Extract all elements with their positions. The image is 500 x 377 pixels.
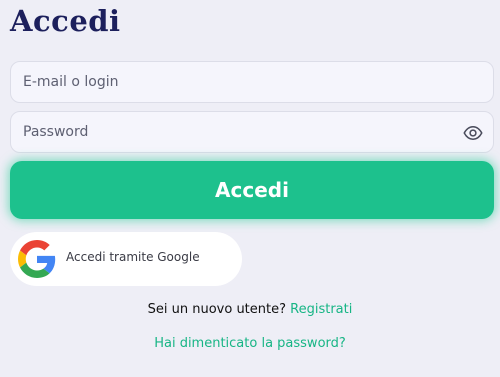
google-login-button[interactable]: Accedi tramite Google [10,232,242,286]
login-button[interactable]: Accedi [10,161,494,219]
register-prompt: Sei un nuovo utente? Registrati [0,302,500,317]
page-title: Accedi [10,4,121,38]
eye-icon[interactable] [463,123,483,143]
email-input[interactable] [11,62,493,102]
email-field-container [10,61,494,103]
password-input[interactable] [11,112,493,152]
register-link[interactable]: Registrati [290,302,352,317]
password-field-container [10,111,494,153]
google-button-label: Accedi tramite Google [66,250,200,264]
register-prompt-text: Sei un nuovo utente? [147,302,291,317]
forgot-password-link[interactable]: Hai dimenticato la password? [0,336,500,351]
google-logo-icon [18,240,56,278]
